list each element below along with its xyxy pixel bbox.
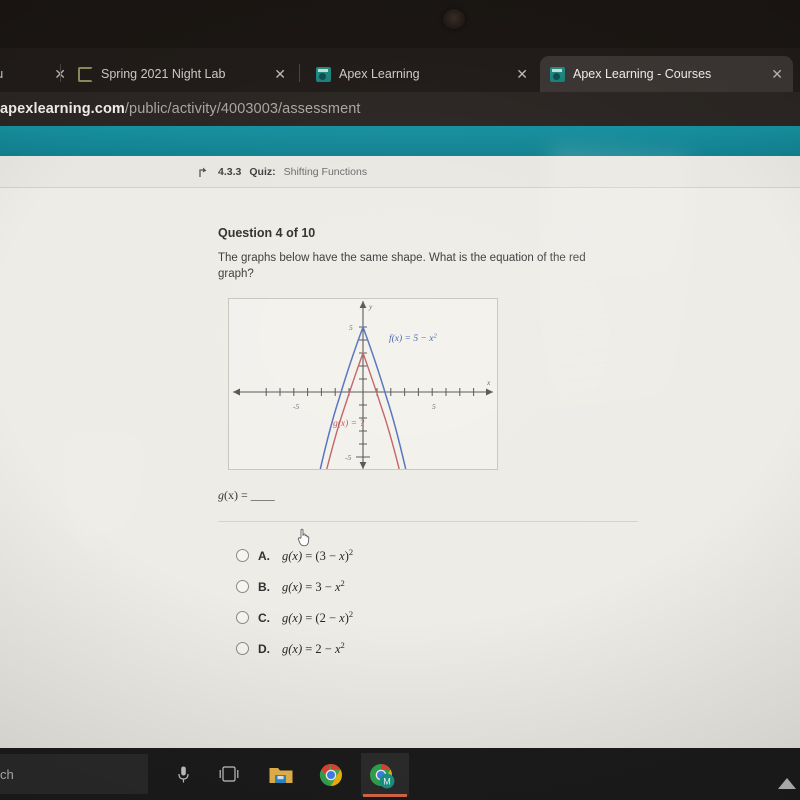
option-d-letter: D. — [258, 641, 270, 656]
option-c-letter: C. — [258, 610, 270, 625]
option-b-text: g(x) = 3 − x2 — [282, 577, 345, 595]
chrome-profile-m-icon[interactable]: M — [369, 763, 395, 794]
question-content: Question 4 of 10 The graphs below have t… — [0, 188, 800, 796]
taskbar-active-indicator — [363, 794, 407, 797]
radio-option-c[interactable] — [236, 611, 249, 624]
url-text: apexlearning.com/public/activity/4003003… — [0, 101, 361, 117]
chrome-browser-window: lic Tu ✕ Spring 2021 Night Lab ✕ Apex Le… — [0, 48, 800, 796]
breadcrumb-title: Shifting Functions — [283, 165, 368, 178]
apex-learning-icon — [316, 66, 331, 82]
parabola-graph: -5 5 5 -5 y x f(x) = 5 − x2 g(x) = ? — [228, 298, 498, 470]
tab-close-icon[interactable]: ✕ — [504, 66, 528, 83]
task-view-icon[interactable] — [218, 765, 240, 788]
url-path: /public/activity/4003003/assessment — [124, 101, 361, 117]
url-host: apexlearning.com — [0, 101, 125, 117]
breadcrumb-number: 4.3.3 — [218, 165, 242, 178]
x-tick-label-neg5: -5 — [293, 402, 299, 411]
section-divider — [218, 521, 638, 522]
browser-tab-1[interactable]: Spring 2021 Night Lab ✕ — [68, 56, 296, 92]
browser-tab-2[interactable]: Apex Learning ✕ — [306, 56, 538, 92]
answer-prompt: g(x) = ____ — [218, 488, 275, 503]
option-d[interactable]: D. g(x) = 2 − x2 — [236, 633, 656, 664]
show-hidden-icons-icon[interactable] — [778, 778, 796, 789]
tab-title: lic Tu — [0, 67, 3, 81]
loading-ring-icon — [78, 66, 93, 82]
browser-address-bar[interactable]: apexlearning.com/public/activity/4003003… — [0, 92, 800, 126]
option-a-text: g(x) = (3 − x)2 — [282, 546, 354, 564]
mic-icon[interactable] — [176, 765, 191, 789]
y-tick-label-neg5: -5 — [345, 453, 351, 462]
up-level-arrow-icon[interactable] — [196, 165, 210, 179]
option-a[interactable]: A. g(x) = (3 − x)2 — [236, 540, 656, 571]
breadcrumb: 4.3.3 Quiz: Shifting Functions — [0, 156, 800, 188]
browser-tab-strip: lic Tu ✕ Spring 2021 Night Lab ✕ Apex Le… — [0, 48, 800, 92]
x-tick-label-5: 5 — [432, 402, 436, 411]
webcam-lens — [443, 9, 465, 29]
site-header-bar — [0, 126, 800, 156]
browser-tab-0[interactable]: lic Tu ✕ — [0, 56, 76, 92]
curve-g-label: g(x) = ? — [333, 418, 364, 429]
breadcrumb-type: Quiz: — [249, 165, 276, 178]
svg-text:M: M — [383, 777, 391, 787]
laptop-screen-photo: lic Tu ✕ Spring 2021 Night Lab ✕ Apex Le… — [0, 0, 800, 800]
x-axis-label: x — [486, 378, 491, 387]
y-tick-label-5: 5 — [349, 323, 353, 332]
option-b[interactable]: B. g(x) = 3 − x2 — [236, 571, 656, 602]
laptop-bezel — [0, 0, 800, 52]
y-axis-label: y — [368, 302, 373, 311]
tab-close-icon[interactable]: ✕ — [262, 66, 286, 83]
tab-close-icon[interactable]: ✕ — [42, 66, 66, 83]
browser-tab-3-active[interactable]: Apex Learning - Courses ✕ — [540, 56, 793, 92]
taskbar-search-text: ch — [0, 766, 14, 782]
option-c[interactable]: C. g(x) = (2 − x)2 — [236, 602, 656, 633]
radio-option-d[interactable] — [236, 642, 249, 655]
question-counter: Question 4 of 10 — [218, 226, 316, 240]
option-c-text: g(x) = (2 − x)2 — [282, 608, 354, 626]
radio-option-a[interactable] — [236, 549, 249, 562]
option-b-letter: B. — [258, 579, 270, 594]
tab-close-icon[interactable]: ✕ — [759, 66, 783, 83]
tab-title: Spring 2021 Night Lab — [101, 67, 226, 81]
tab-title: Apex Learning - Courses — [573, 67, 712, 81]
apex-learning-page: 4.3.3 Quiz: Shifting Functions Question … — [0, 126, 800, 796]
tab-title: Apex Learning — [339, 67, 420, 81]
answer-options: A. g(x) = (3 − x)2 B. g(x) = 3 − x2 C. g… — [236, 540, 656, 664]
option-a-letter: A. — [258, 548, 270, 563]
page-body: 4.3.3 Quiz: Shifting Functions Question … — [0, 156, 800, 796]
option-d-text: g(x) = 2 − x2 — [282, 639, 345, 657]
chrome-icon[interactable] — [319, 763, 343, 792]
file-explorer-icon[interactable] — [268, 764, 294, 791]
windows-taskbar: ch M — [0, 748, 800, 800]
apex-learning-icon — [550, 66, 565, 82]
radio-option-b[interactable] — [236, 580, 249, 593]
graph-svg: -5 5 5 -5 y x f(x) = 5 − x2 g(x) = ? — [233, 301, 493, 469]
curve-f-label: f(x) = 5 − x2 — [389, 333, 437, 345]
question-prompt: The graphs below have the same shape. Wh… — [218, 252, 586, 280]
taskbar-search-box[interactable]: ch — [0, 754, 148, 794]
answer-prompt-rest: (x) = ____ — [224, 488, 275, 502]
